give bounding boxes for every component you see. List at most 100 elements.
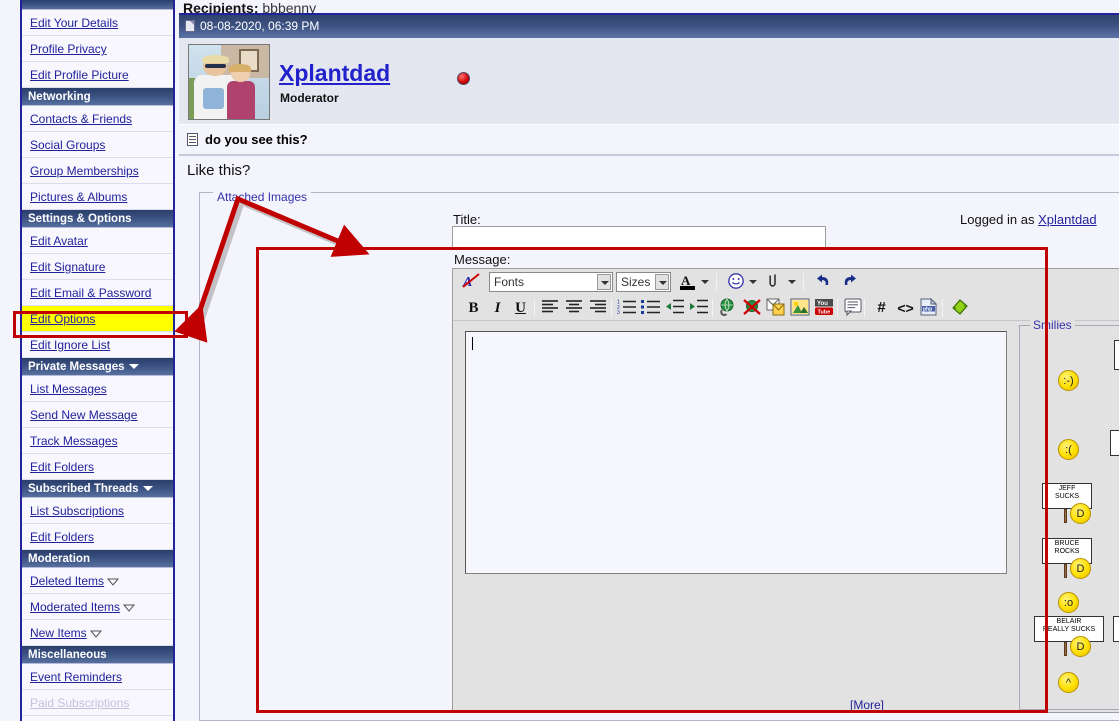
smiley-belair-really-sucks-sign[interactable]: BELAIR REALLY SUCKS bbox=[1034, 616, 1104, 642]
sidebar-item-edit-ignore-list[interactable]: Edit Ignore List bbox=[22, 332, 173, 358]
smiley-belair-face[interactable]: D bbox=[1070, 636, 1091, 657]
sidebar-link-label[interactable]: Social Groups bbox=[30, 138, 105, 152]
sidebar-item-list-messages[interactable]: List Messages bbox=[22, 376, 173, 402]
remove-formatting-icon[interactable]: A bbox=[461, 272, 482, 292]
sidebar-link-label[interactable]: Edit Ignore List bbox=[30, 338, 110, 352]
nav-header-subscribed-threads[interactable]: Subscribed Threads bbox=[22, 480, 173, 498]
smiley-charley-sucks-sign[interactable]: CHARLEYSUCKS bbox=[1113, 616, 1119, 642]
message-textarea[interactable] bbox=[465, 331, 1007, 574]
italic-button[interactable]: I bbox=[487, 298, 508, 318]
sidebar-link-label[interactable]: Edit Options bbox=[30, 312, 95, 326]
smilie-chevron-down-icon[interactable] bbox=[749, 280, 757, 284]
sidebar-item-edit-profile-picture[interactable]: Edit Profile Picture bbox=[22, 62, 173, 88]
insert-email-icon[interactable] bbox=[765, 298, 786, 318]
align-right-icon[interactable] bbox=[587, 298, 608, 318]
attachment-icon[interactable] bbox=[764, 272, 785, 292]
smiley-oh[interactable]: :o bbox=[1058, 592, 1079, 613]
smilie-icon[interactable] bbox=[725, 272, 746, 292]
redo-icon[interactable] bbox=[838, 272, 859, 292]
sidebar-link-label[interactable]: Edit Signature bbox=[30, 260, 105, 274]
sidebar-link-label[interactable]: Track Messages bbox=[30, 434, 118, 448]
sidebar-link-label[interactable]: Contacts & Friends bbox=[30, 112, 132, 126]
sidebar-item-paid-subscriptions[interactable]: Paid Subscriptions bbox=[22, 690, 173, 716]
insert-video-icon[interactable]: You Tube bbox=[813, 298, 834, 318]
ordered-list-icon[interactable]: 123 bbox=[616, 298, 637, 318]
insert-link-icon[interactable] bbox=[717, 298, 738, 318]
smiley-bruce-rocks-face[interactable]: D bbox=[1070, 558, 1091, 579]
sidebar-link-label[interactable]: Edit Folders bbox=[30, 530, 94, 544]
sidebar-item-edit-signature[interactable]: Edit Signature bbox=[22, 254, 173, 280]
hash-button[interactable]: # bbox=[871, 298, 892, 318]
chevron-down-icon[interactable] bbox=[597, 274, 611, 290]
sidebar-item-group-memberships[interactable]: Group Memberships bbox=[22, 158, 173, 184]
chevron-down-icon[interactable] bbox=[655, 274, 669, 290]
attachment-chevron-down-icon[interactable] bbox=[788, 280, 796, 284]
sidebar-item-event-reminders[interactable]: Event Reminders bbox=[22, 664, 173, 690]
sidebar-item-edit-folders-pm[interactable]: Edit Folders bbox=[22, 454, 173, 480]
font-size-select[interactable]: Sizes bbox=[616, 272, 671, 292]
nav-header-private-messages[interactable]: Private Messages bbox=[22, 358, 173, 376]
smiley-can-i-have-it-sign[interactable]: Can IHave It?? bbox=[1110, 430, 1119, 456]
sidebar-item-deleted-items[interactable]: Deleted Items bbox=[22, 568, 173, 594]
sidebar-item-edit-avatar[interactable]: Edit Avatar bbox=[22, 228, 173, 254]
insert-image-icon[interactable] bbox=[789, 298, 810, 318]
sidebar-item-contacts-friends[interactable]: Contacts & Friends bbox=[22, 106, 173, 132]
sidebar-link-label[interactable]: Edit Profile Picture bbox=[30, 68, 129, 82]
font-color-chevron-down-icon[interactable] bbox=[701, 280, 709, 284]
outdent-icon[interactable] bbox=[664, 298, 685, 318]
poster-username-link[interactable]: Xplantdad bbox=[279, 60, 390, 87]
more-link-label[interactable]: [More] bbox=[850, 698, 884, 712]
sidebar-item-profile-privacy[interactable]: Profile Privacy bbox=[22, 36, 173, 62]
align-center-icon[interactable] bbox=[563, 298, 584, 318]
sidebar-item-edit-your-details[interactable]: Edit Your Details bbox=[22, 10, 173, 36]
unordered-list-icon[interactable] bbox=[640, 298, 661, 318]
sidebar-link-label[interactable]: List Subscriptions bbox=[30, 504, 124, 518]
php-code-icon[interactable]: php bbox=[918, 297, 939, 318]
title-input[interactable] bbox=[452, 226, 826, 248]
sidebar-item-moderated-items[interactable]: Moderated Items bbox=[22, 594, 173, 620]
sidebar-link-label[interactable]: Edit Your Details bbox=[30, 16, 118, 30]
sidebar-link-label[interactable]: Edit Folders bbox=[30, 460, 94, 474]
smiley-bow[interactable]: :( bbox=[1058, 439, 1079, 460]
smiley-im-with-stupid-sign[interactable]: ↑I'm withStupid bbox=[1114, 340, 1119, 370]
highlight-icon[interactable] bbox=[949, 298, 970, 318]
sidebar-item-edit-options[interactable]: Edit Options bbox=[22, 306, 173, 332]
sidebar-link-label[interactable]: New Items bbox=[30, 626, 87, 640]
sidebar-item-track-messages[interactable]: Track Messages bbox=[22, 428, 173, 454]
sidebar-link-label[interactable]: Group Memberships bbox=[30, 164, 139, 178]
insert-quote-icon[interactable] bbox=[842, 298, 863, 318]
poster-info: Xplantdad Moderator bbox=[179, 38, 1119, 125]
undo-icon[interactable] bbox=[813, 272, 834, 292]
smilies-more-link[interactable]: [More] bbox=[850, 698, 884, 712]
indent-icon[interactable] bbox=[688, 298, 709, 318]
sidebar-link-label[interactable]: Deleted Items bbox=[30, 574, 104, 588]
smiley-smile[interactable]: :-) bbox=[1058, 370, 1079, 391]
sidebar-link-label[interactable]: Moderated Items bbox=[30, 600, 120, 614]
sidebar-item-send-new-message[interactable]: Send New Message bbox=[22, 402, 173, 428]
align-left-icon[interactable] bbox=[539, 298, 560, 318]
remove-link-icon[interactable] bbox=[741, 298, 762, 318]
avatar[interactable] bbox=[188, 44, 270, 120]
sidebar-item-edit-email-password[interactable]: Edit Email & Password bbox=[22, 280, 173, 306]
sidebar-item-edit-folders-subs[interactable]: Edit Folders bbox=[22, 524, 173, 550]
sidebar-item-social-groups[interactable]: Social Groups bbox=[22, 132, 173, 158]
smiley-jeff-sucks-face[interactable]: D bbox=[1070, 503, 1091, 524]
sidebar-link-label[interactable]: List Messages bbox=[30, 382, 107, 396]
code-button[interactable]: <> bbox=[895, 298, 916, 318]
sidebar-link-label[interactable]: Profile Privacy bbox=[30, 42, 107, 56]
underline-button[interactable]: U bbox=[510, 298, 531, 318]
sidebar-link-label[interactable]: Send New Message bbox=[30, 408, 137, 422]
sidebar-link-label[interactable]: Paid Subscriptions bbox=[30, 696, 129, 710]
sidebar-item-pictures-albums[interactable]: Pictures & Albums bbox=[22, 184, 173, 210]
sidebar-link-label[interactable]: Event Reminders bbox=[30, 670, 122, 684]
font-family-select[interactable]: Fonts bbox=[489, 272, 613, 292]
smiley-roll-eyes[interactable]: ^ bbox=[1058, 672, 1079, 693]
bold-button[interactable]: B bbox=[463, 298, 484, 318]
sidebar-link-label[interactable]: Edit Avatar bbox=[30, 234, 88, 248]
sidebar-item-new-items[interactable]: New Items bbox=[22, 620, 173, 646]
font-color-icon[interactable]: A bbox=[677, 272, 698, 292]
sidebar-link-label[interactable]: Edit Email & Password bbox=[30, 286, 151, 300]
sidebar-link-label[interactable]: Pictures & Albums bbox=[30, 190, 127, 204]
sidebar-item-list-subscriptions[interactable]: List Subscriptions bbox=[22, 498, 173, 524]
logged-in-username-link[interactable]: Xplantdad bbox=[1038, 212, 1097, 227]
